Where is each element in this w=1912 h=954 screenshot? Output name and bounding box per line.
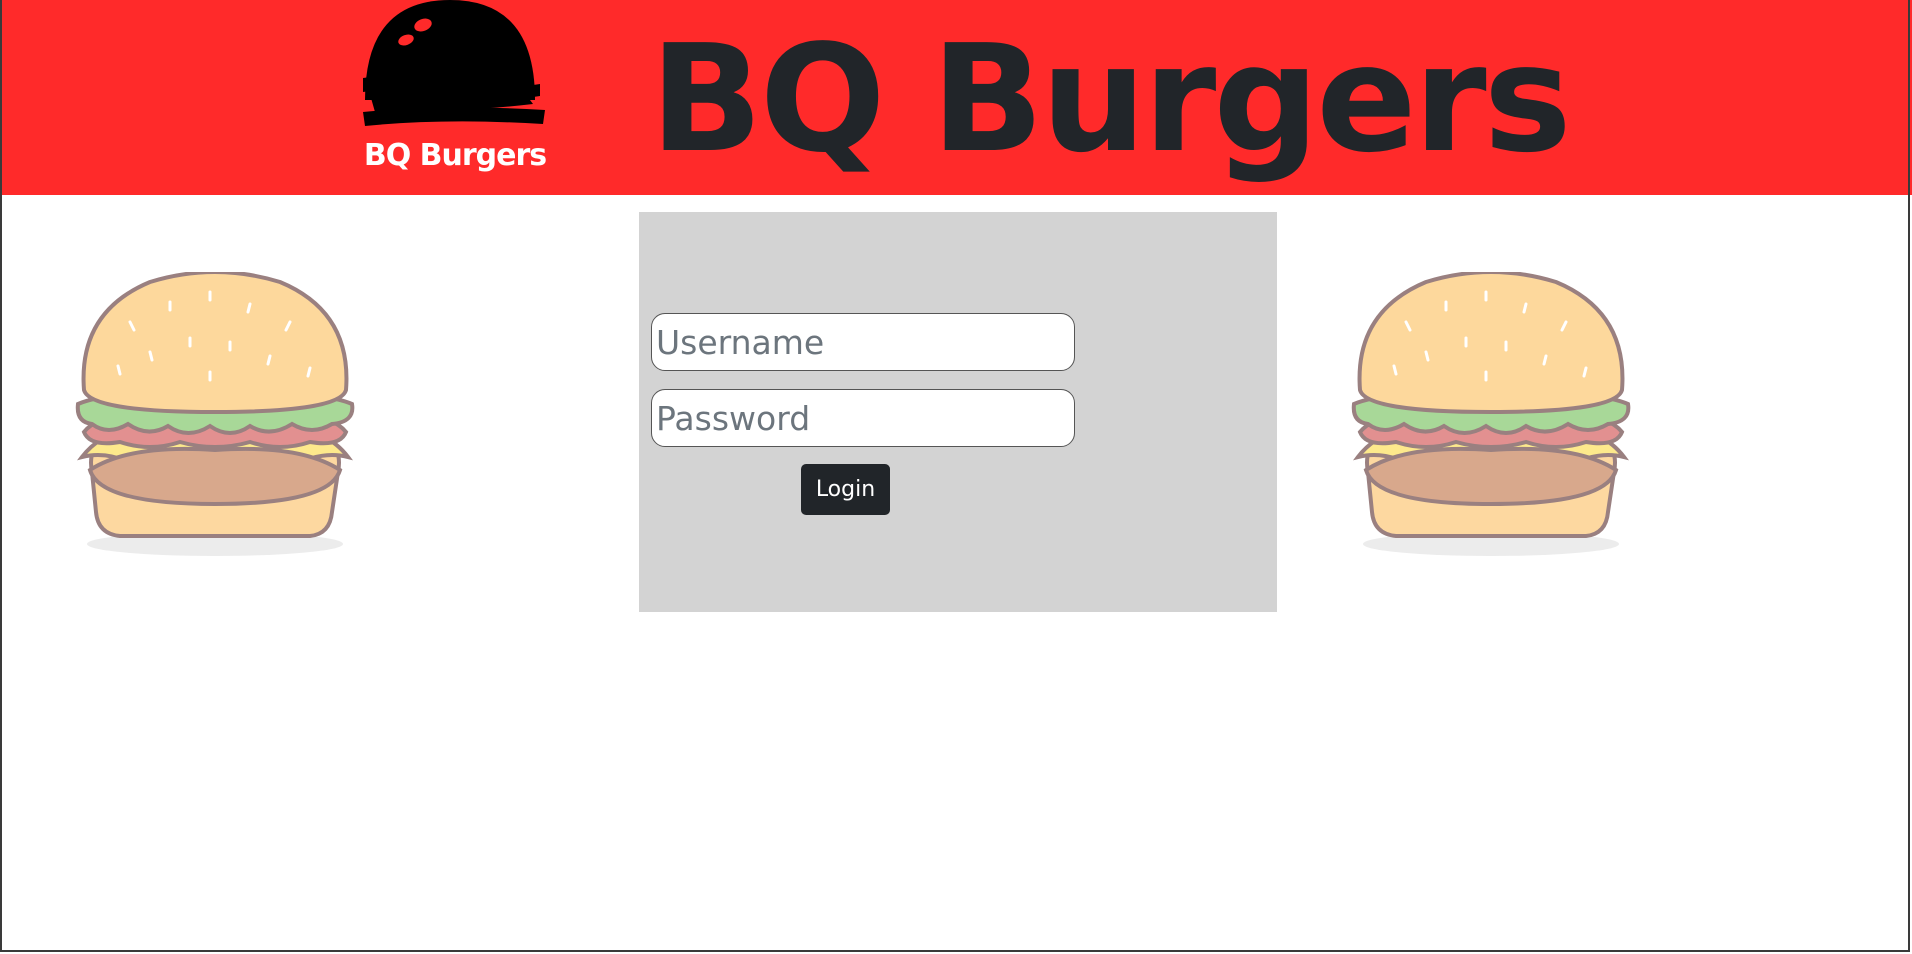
burger-illustration-right bbox=[1351, 272, 1631, 556]
login-button[interactable]: Login bbox=[801, 464, 890, 515]
site-header: BQ Burgers BQ Burgers bbox=[0, 0, 1912, 195]
logo-text: BQ Burgers bbox=[363, 138, 547, 173]
password-input[interactable] bbox=[651, 389, 1075, 447]
login-panel: Login bbox=[639, 212, 1277, 612]
burger-logo-icon bbox=[363, 0, 545, 126]
burger-illustration-left bbox=[75, 272, 355, 556]
brand-logo: BQ Burgers bbox=[355, 0, 555, 185]
username-input[interactable] bbox=[651, 313, 1075, 371]
site-title: BQ Burgers bbox=[650, 13, 1572, 185]
